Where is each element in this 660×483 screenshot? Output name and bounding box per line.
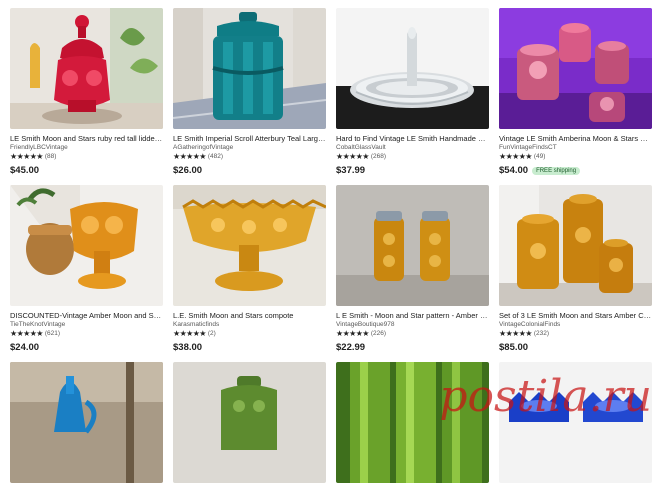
shop-name: FunVintageFindsCT [499, 144, 557, 151]
listing-card[interactable]: L E Smith - Moon and Star pattern - Ambe… [336, 185, 489, 353]
listing-card[interactable]: Hard to Find Vintage LE Smith Handmade C… [336, 8, 489, 176]
star-rating-icon: ★★★★★ [499, 329, 532, 338]
price: $85.00 [499, 342, 529, 353]
listing-image-amber-canisters[interactable] [499, 185, 652, 306]
listing-card[interactable] [10, 362, 163, 483]
shop-name: Karasmaticfinds [173, 321, 220, 328]
listing-card[interactable]: DISCOUNTED-Vintage Amber Moon and Stars … [10, 185, 163, 353]
listing-card[interactable]: Set of 3 LE Smith Moon and Stars Amber C… [499, 185, 652, 353]
price: $26.00 [173, 165, 203, 176]
listing-card[interactable]: LE Smith Moon and Stars ruby red tall li… [10, 8, 163, 176]
rating: ★★★★★ (49) [499, 152, 652, 162]
listing-image-salt-pepper[interactable] [336, 185, 489, 306]
listing-card[interactable]: Vintage LE Smith Amberina Moon & Stars C… [499, 8, 652, 176]
shop-name: TieTheKnotVintage [10, 321, 66, 328]
review-count: (226) [370, 330, 387, 337]
review-count: (482) [207, 153, 224, 160]
price: $37.99 [336, 165, 366, 176]
listing-title[interactable]: LE Smith Moon and Stars ruby red tall li… [10, 134, 163, 143]
star-rating-icon: ★★★★★ [173, 152, 206, 161]
price: $54.00 [499, 165, 529, 176]
listing-title[interactable]: DISCOUNTED-Vintage Amber Moon and Stars … [10, 311, 163, 320]
review-count: (621) [44, 330, 61, 337]
price: $22.99 [336, 342, 366, 353]
listing-image-amber-compote[interactable] [10, 185, 163, 306]
listing-image-ruby-canister[interactable] [10, 8, 163, 129]
star-rating-icon: ★★★★★ [499, 152, 532, 161]
listing-image-green-glass[interactable] [336, 362, 489, 483]
review-count: (88) [44, 153, 57, 160]
listing-card[interactable] [499, 362, 652, 483]
listing-card[interactable]: LE Smith Imperial Scroll Atterbury Teal … [173, 8, 326, 176]
free-shipping-badge: FREE shipping [532, 166, 581, 175]
rating: ★★★★★ (268) [336, 152, 489, 162]
listing-image-compote-bowl[interactable] [173, 185, 326, 306]
price: $45.00 [10, 165, 40, 176]
listing-card[interactable] [336, 362, 489, 483]
listing-image-ring-holder[interactable] [336, 8, 489, 129]
price: $38.00 [173, 342, 203, 353]
listing-title[interactable]: Vintage LE Smith Amberina Moon & Stars C… [499, 134, 652, 143]
shop-name: VintageBoutique978 [336, 321, 395, 328]
listing-image-amberina-set[interactable] [499, 8, 652, 129]
star-rating-icon: ★★★★★ [336, 329, 369, 338]
rating: ★★★★★ (482) [173, 152, 326, 162]
review-count: (2) [207, 330, 216, 337]
star-rating-icon: ★★★★★ [10, 152, 43, 161]
rating: ★★★★★ (226) [336, 329, 489, 339]
review-count: (232) [533, 330, 550, 337]
listing-title[interactable]: L.E. Smith Moon and Stars compote [173, 311, 326, 320]
shop-name: CobaltGlassVault [336, 144, 386, 151]
shop-name: FriendlyLBCVintage [10, 144, 68, 151]
listing-card[interactable] [173, 362, 326, 483]
listing-title[interactable]: Set of 3 LE Smith Moon and Stars Amber C… [499, 311, 652, 320]
listing-image-green-canister[interactable] [173, 362, 326, 483]
review-count: (49) [533, 153, 546, 160]
listing-image-blue-ruffled-bowls[interactable] [499, 362, 652, 483]
review-count: (268) [370, 153, 387, 160]
listing-title[interactable]: L E Smith - Moon and Star pattern - Ambe… [336, 311, 489, 320]
listing-image-blue-cruet[interactable] [10, 362, 163, 483]
listing-image-teal-canister[interactable] [173, 8, 326, 129]
listing-card[interactable]: L.E. Smith Moon and Stars compote Karasm… [173, 185, 326, 353]
listing-title[interactable]: LE Smith Imperial Scroll Atterbury Teal … [173, 134, 326, 143]
star-rating-icon: ★★★★★ [173, 329, 206, 338]
rating: ★★★★★ (232) [499, 329, 652, 339]
rating: ★★★★★ (621) [10, 329, 163, 339]
listing-title[interactable]: Hard to Find Vintage LE Smith Handmade C… [336, 134, 489, 143]
shop-name: VintageColonialFinds [499, 321, 561, 328]
rating: ★★★★★ (2) [173, 329, 326, 339]
rating: ★★★★★ (88) [10, 152, 163, 162]
star-rating-icon: ★★★★★ [336, 152, 369, 161]
shop-name: AGatheringofVintage [173, 144, 234, 151]
listing-grid: LE Smith Moon and Stars ruby red tall li… [0, 0, 660, 483]
price: $24.00 [10, 342, 40, 353]
star-rating-icon: ★★★★★ [10, 329, 43, 338]
